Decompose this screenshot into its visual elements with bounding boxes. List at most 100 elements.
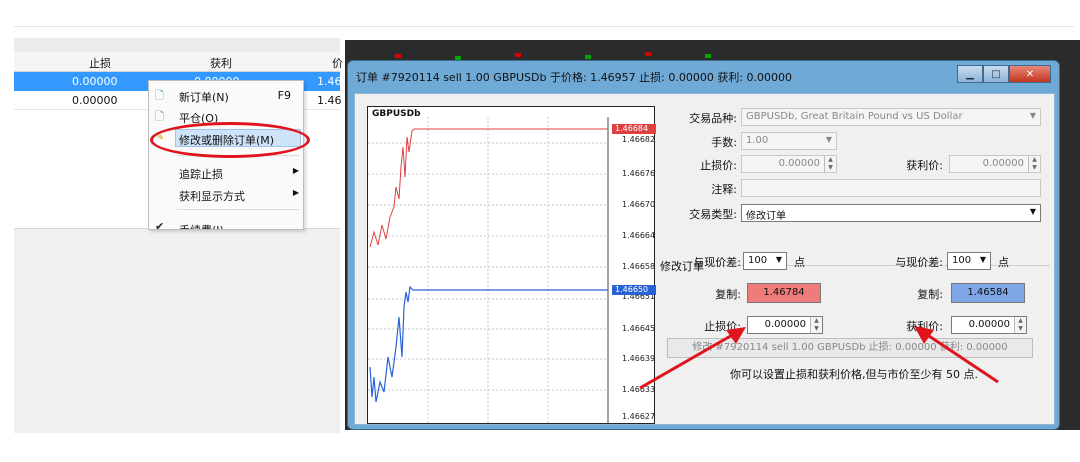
spinner-icon[interactable]: ▲ ▼ <box>824 156 836 172</box>
axis-tick-label: 1.46639 <box>622 354 656 363</box>
dropdown-arrow-icon: ▼ <box>1029 111 1036 120</box>
dropdown-arrow-icon: ▼ <box>775 255 782 264</box>
dropdown-arrow-icon: ▼ <box>825 135 832 144</box>
axis-tick-label: 1.46682 <box>622 135 656 144</box>
points-unit-right: 点 <box>998 256 1009 269</box>
modify-order-button[interactable]: 修改 #7920114 sell 1.00 GBPUSDb 止损: 0.0000… <box>667 338 1033 358</box>
stoploss-price-value: 0.00000 <box>764 319 806 330</box>
hint-text: 你可以设置止损和获利价格,但与市价至少有 50 点. <box>730 368 978 381</box>
trade-type-select[interactable]: 修改订单 ▼ <box>741 204 1041 222</box>
ask-price-line <box>369 128 608 248</box>
column-header-price[interactable]: 价 <box>332 55 343 71</box>
top-divider <box>14 26 1074 27</box>
ask-price-flag: 1.46684 <box>612 124 656 134</box>
symbol-label: 交易品种: <box>689 112 737 125</box>
order-form: 交易品种: GBPUSDb, Great Britain Pound vs US… <box>655 94 1053 424</box>
minimize-button[interactable]: ▁ <box>957 65 983 83</box>
close-icon: ✕ <box>1025 68 1035 80</box>
highlight-oval-annotation <box>150 122 310 158</box>
table-header: 止损 获利 价 <box>14 52 343 72</box>
tick-chart-canvas <box>368 117 609 423</box>
background-mark <box>585 55 591 59</box>
axis-tick-label: 1.46633 <box>622 385 656 394</box>
diff-label-right: 与现价差: <box>895 256 943 269</box>
stoploss-input[interactable]: 0.00000 ▲ ▼ <box>741 155 837 173</box>
screenshot-page: 止损 获利 价 0.00000 0.00000 1.46 0.00000 1.4… <box>0 0 1080 462</box>
submenu-arrow-icon: ▶ <box>292 166 299 175</box>
takeprofit-price-input[interactable]: 0.00000 ▲ ▼ <box>951 316 1027 334</box>
volume-value: 1.00 <box>746 135 769 146</box>
minimize-icon: ▁ <box>966 68 974 80</box>
menu-item-label: 手续费(I) <box>179 222 224 229</box>
copy-takeprofit-button[interactable]: 1.46584 <box>951 283 1025 303</box>
spinner-icon[interactable]: ▲ ▼ <box>810 317 822 333</box>
axis-tick-label: 1.46664 <box>622 231 656 240</box>
cell-price: 1.46 <box>317 94 342 107</box>
submenu-arrow-icon: ▶ <box>292 188 299 197</box>
new-order-icon: 🗋 <box>155 89 164 102</box>
takeprofit-value: 0.00000 <box>982 158 1024 169</box>
takeprofit-price-label: 获利价: <box>906 320 943 333</box>
diff-value-left: 100 <box>748 255 768 266</box>
comment-label: 注释: <box>711 183 737 196</box>
takeprofit-input[interactable]: 0.00000 ▲ ▼ <box>949 155 1041 173</box>
menu-item-profit-display[interactable]: 获利显示方式 ▶ <box>179 185 303 203</box>
bid-price-flag: 1.46650 <box>612 285 656 295</box>
stoploss-price-input[interactable]: 0.00000 ▲ ▼ <box>747 316 823 334</box>
column-header-takeprofit[interactable]: 获利 <box>210 55 232 71</box>
menu-item-trailing-stop[interactable]: 追踪止损 ▶ <box>179 163 303 181</box>
close-position-icon: 🗋 <box>155 110 164 123</box>
stoploss-value: 0.00000 <box>778 158 820 169</box>
lower-panel <box>14 228 340 433</box>
copy-label-right: 复制: <box>917 288 943 301</box>
diff-select-left[interactable]: 100 ▼ <box>743 252 787 270</box>
volume-label: 手数: <box>711 136 737 149</box>
symbol-value: GBPUSDb, Great Britain Pound vs US Dolla… <box>746 111 963 122</box>
window-controls: ▁ □ ✕ <box>957 65 1051 85</box>
cell-stoploss: 0.00000 <box>72 94 118 107</box>
points-unit-left: 点 <box>794 256 805 269</box>
menu-item-label: 获利显示方式 <box>179 190 245 203</box>
menu-item-label: 追踪止损 <box>179 168 223 181</box>
background-mark <box>515 53 521 57</box>
axis-tick-label: 1.46627 <box>622 412 656 421</box>
axis-tick-label: 1.46670 <box>622 200 656 209</box>
check-icon: ✔ <box>155 220 165 230</box>
axis-tick-label: 1.46645 <box>622 324 656 333</box>
dropdown-arrow-icon: ▼ <box>1029 207 1036 216</box>
diff-select-right[interactable]: 100 ▼ <box>947 252 991 270</box>
close-button[interactable]: ✕ <box>1009 65 1051 83</box>
diff-value-right: 100 <box>952 255 972 266</box>
bid-price-line <box>369 285 608 403</box>
menu-item-new-order[interactable]: 新订单(N) F9 <box>179 86 303 104</box>
background-mark <box>645 52 651 56</box>
modify-order-dialog: 订单 #7920114 sell 1.00 GBPUSDb 于价格: 1.469… <box>347 60 1060 430</box>
background-mark <box>705 54 711 58</box>
spinner-icon[interactable]: ▲ ▼ <box>1014 317 1026 333</box>
trade-type-label: 交易类型: <box>689 208 737 221</box>
menu-separator <box>177 209 299 210</box>
menu-item-commission[interactable]: 手续费(I) <box>179 219 303 229</box>
symbol-select[interactable]: GBPUSDb, Great Britain Pound vs US Dolla… <box>741 108 1041 126</box>
takeprofit-price-value: 0.00000 <box>968 319 1010 330</box>
cell-price: 1.46 <box>317 75 342 88</box>
axis-tick-label: 1.46676 <box>622 169 656 178</box>
dialog-title: 订单 #7920114 sell 1.00 GBPUSDb 于价格: 1.469… <box>356 71 793 84</box>
trade-type-value: 修改订单 <box>746 211 786 222</box>
diff-label-left: 与现价差: <box>693 256 741 269</box>
comment-input[interactable] <box>741 179 1041 197</box>
maximize-button[interactable]: □ <box>983 65 1009 83</box>
column-header-stoploss[interactable]: 止损 <box>89 55 111 71</box>
copy-stoploss-button[interactable]: 1.46784 <box>747 283 821 303</box>
cell-stoploss: 0.00000 <box>72 75 118 88</box>
volume-select[interactable]: 1.00 ▼ <box>741 132 837 150</box>
spinner-icon[interactable]: ▲ ▼ <box>1028 156 1040 172</box>
dropdown-arrow-icon: ▼ <box>979 255 986 264</box>
menu-item-label: 新订单(N) <box>179 91 229 104</box>
maximize-icon: □ <box>991 68 1001 80</box>
table-toolbar <box>14 38 340 52</box>
stoploss-price-label: 止损价: <box>704 320 741 333</box>
takeprofit-label: 获利价: <box>906 159 943 172</box>
axis-tick-label: 1.46658 <box>622 262 656 271</box>
chart-symbol-label: GBPUSDb <box>372 109 421 119</box>
